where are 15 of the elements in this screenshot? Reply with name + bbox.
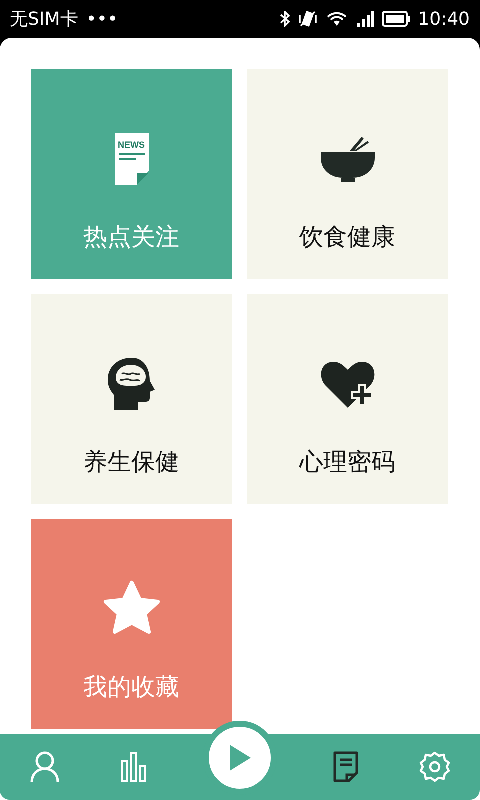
battery-icon — [382, 11, 410, 27]
wifi-icon — [326, 11, 348, 27]
category-tile[interactable]: 饮食健康 — [247, 69, 448, 279]
category-tile[interactable]: NEWS 热点关注 — [31, 69, 232, 279]
newspaper-icon — [114, 133, 148, 185]
carrier-label: 无SIM卡 — [10, 8, 78, 31]
bluetooth-icon — [280, 11, 290, 27]
play-icon — [228, 744, 252, 772]
category-tile[interactable]: 心理密码 — [247, 294, 448, 504]
signal-icon — [356, 11, 374, 27]
clock-time: 10:40 — [418, 8, 470, 30]
category-tile[interactable]: 养生保健 — [31, 294, 232, 504]
news-label: NEWS — [118, 140, 144, 150]
vibrate-muted-icon — [298, 10, 318, 28]
more-notifications: ••• — [86, 8, 118, 30]
